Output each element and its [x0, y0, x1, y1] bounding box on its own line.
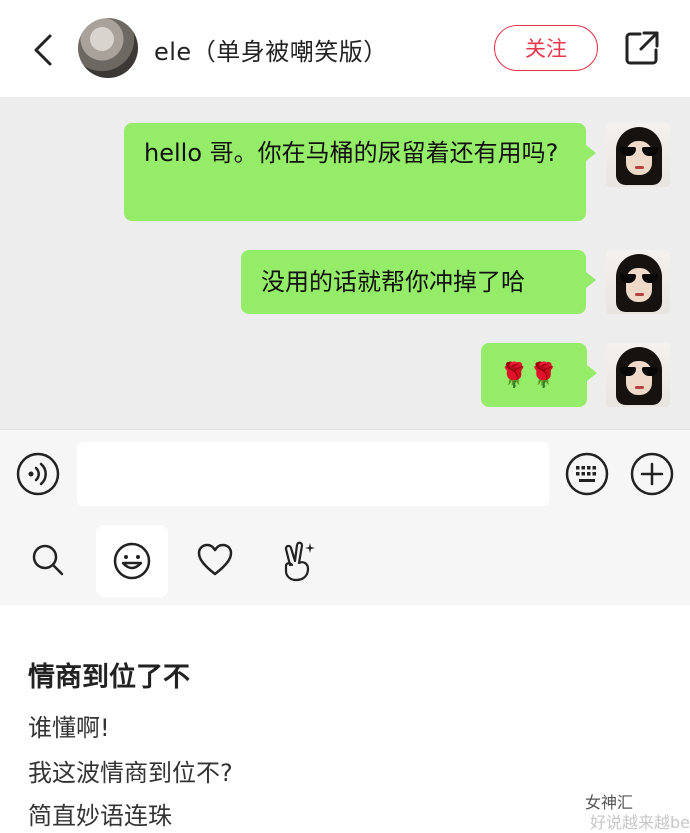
- caption-line: 谁懂啊!: [28, 714, 110, 742]
- follow-button[interactable]: 关注: [494, 25, 598, 71]
- message-input[interactable]: [77, 442, 549, 506]
- message-bubble[interactable]: 🌹🌹: [481, 343, 597, 407]
- chat-header: ele（单身被嘲笑版） 关注: [0, 0, 690, 97]
- watermark-sub: 好说越来越bet: [590, 813, 690, 832]
- tab-emoji[interactable]: [96, 525, 168, 597]
- message-bubble[interactable]: 没用的话就帮你冲掉了哈: [241, 250, 596, 314]
- message-bubble[interactable]: hello 哥。你在马桶的尿留着还有用吗?: [124, 123, 596, 221]
- voice-icon[interactable]: [16, 452, 60, 496]
- caption-line: 我这波情商到位不?: [28, 759, 233, 787]
- post-caption: 情商到位了不 谁懂啊! 我这波情商到位不? 简直妙语连珠 女神汇 好说越来越be…: [0, 605, 690, 832]
- my-avatar[interactable]: [606, 343, 670, 407]
- gesture-icon[interactable]: [278, 539, 318, 583]
- my-avatar[interactable]: [606, 123, 670, 187]
- caption-title: 情商到位了不: [28, 662, 190, 693]
- back-arrow-icon[interactable]: [28, 30, 58, 70]
- emoji-toolbar: [0, 517, 690, 605]
- search-icon[interactable]: [30, 542, 66, 578]
- caption-line: 简直妙语连珠: [28, 802, 172, 830]
- contact-avatar[interactable]: [78, 18, 138, 78]
- plus-icon[interactable]: [630, 452, 674, 496]
- keyboard-icon[interactable]: [565, 452, 609, 496]
- my-avatar[interactable]: [606, 250, 670, 314]
- share-icon[interactable]: [624, 30, 660, 66]
- chat-area[interactable]: hello 哥。你在马桶的尿留着还有用吗? 没用的话就帮你冲掉了哈 🌹🌹: [0, 97, 690, 429]
- heart-icon[interactable]: [196, 542, 234, 578]
- contact-name: ele（单身被嘲笑版）: [154, 38, 388, 66]
- emoji-icon: [113, 542, 151, 580]
- input-bar: [0, 429, 690, 518]
